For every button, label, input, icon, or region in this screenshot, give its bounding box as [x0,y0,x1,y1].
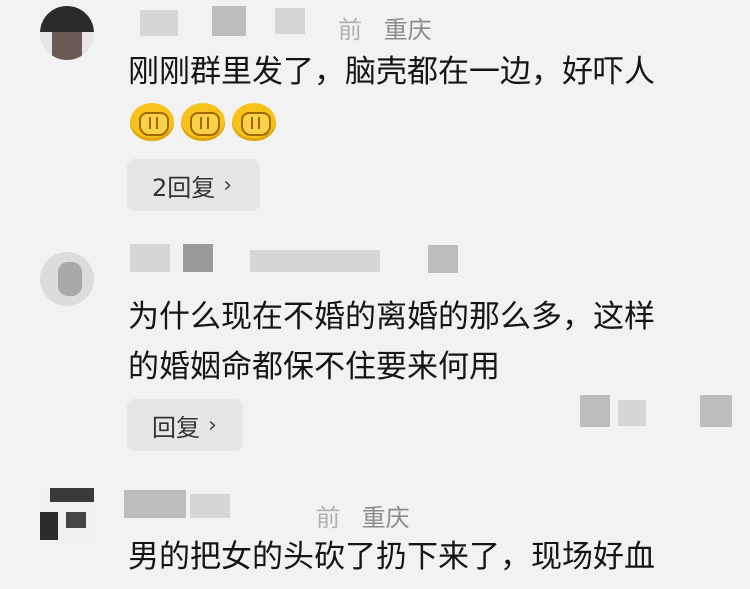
comment-item: 为什么现在不婚的离婚的那么多，这样 的婚姻命都保不住要来何用 回复 › [0,230,750,480]
comment-meta: 前 重庆 [338,10,432,45]
time-label: 前 [316,504,340,532]
dislike-icon-blurred[interactable] [700,395,732,427]
reply-label: 回复 [152,413,200,442]
location-label: 重庆 [361,504,410,532]
avatar[interactable] [40,6,94,60]
comment-item: 前 重庆 男的把女的头砍了扔下来了，现场好血 [0,480,750,589]
username-blurred [183,244,213,272]
username-blurred [140,10,178,36]
time-label: 前 [338,16,362,44]
view-replies-button[interactable]: 2回复 › [127,159,260,211]
chevron-right-icon: › [223,172,233,198]
covering-face-emoji-icon [181,103,225,141]
avatar[interactable] [40,252,94,306]
comment-item: 前 重庆 刚刚群里发了，脑壳都在一边，好吓人 2回复 › [0,0,750,230]
comment-meta: 前 重庆 [316,498,410,533]
chevron-right-icon: › [208,412,217,438]
emoji-row [130,103,276,141]
avatar[interactable] [40,488,94,542]
reply-button[interactable]: 回复 › [127,399,243,451]
location-blurred [428,245,458,273]
username-blurred [275,8,305,34]
comment-line: 的婚姻命都保不住要来何用 [128,349,500,385]
covering-face-emoji-icon [232,103,276,141]
username-blurred [212,6,246,36]
comment-line: 为什么现在不婚的离婚的那么多，这样 [128,299,655,335]
username-blurred [130,244,170,272]
comment-line: 刚刚群里发了，脑壳都在一边，好吓人 [128,54,655,90]
username-blurred [190,494,230,518]
username-blurred [250,250,380,272]
reply-label: 2回复 [152,173,216,202]
comment-line: 男的把女的头砍了扔下来了，现场好血 [128,539,655,575]
like-icon-blurred[interactable] [618,400,646,426]
comment-text: 刚刚群里发了，脑壳都在一边，好吓人 [128,47,655,97]
like-icon-blurred[interactable] [580,395,610,427]
comment-text: 男的把女的头砍了扔下来了，现场好血 [128,532,655,582]
comment-text: 为什么现在不婚的离婚的那么多，这样 的婚姻命都保不住要来何用 [128,292,655,392]
location-label: 重庆 [383,16,432,44]
username-blurred [124,490,186,518]
covering-face-emoji-icon [130,103,174,141]
